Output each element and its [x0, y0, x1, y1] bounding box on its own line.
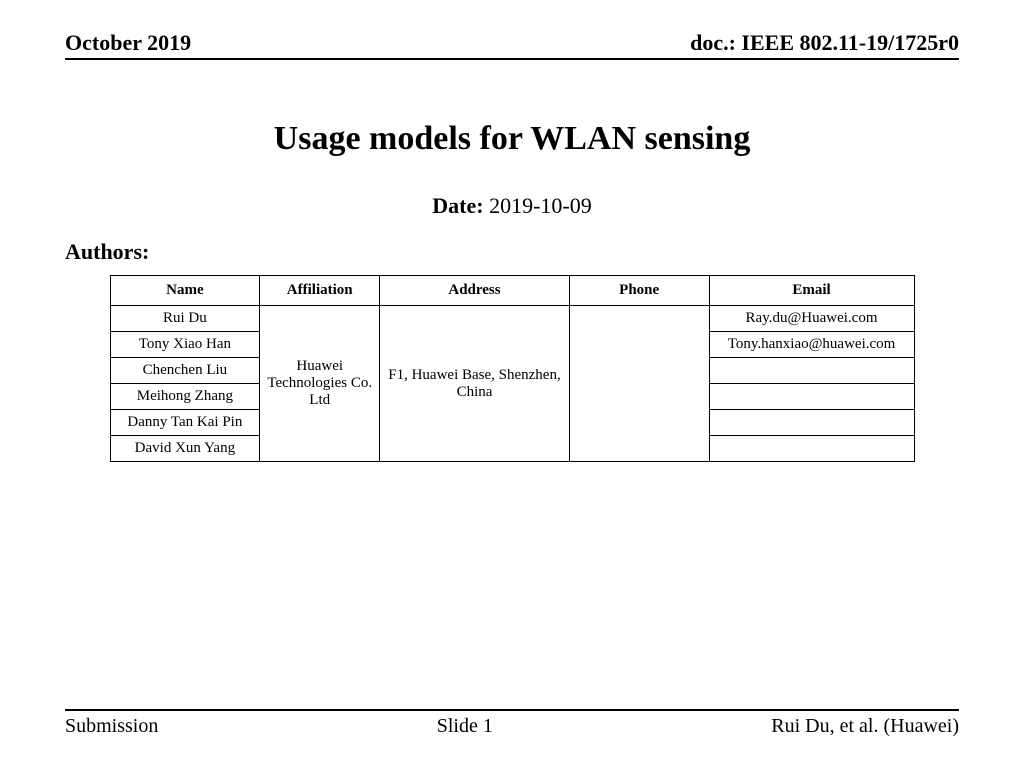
cell-email	[709, 436, 914, 462]
header-doc-id: doc.: IEEE 802.11-19/1725r0	[690, 30, 959, 56]
header-date: October 2019	[65, 30, 191, 56]
th-address: Address	[380, 276, 570, 306]
cell-name: Tony Xiao Han	[110, 332, 260, 358]
footer-center: Slide 1	[437, 715, 493, 738]
cell-name: Rui Du	[110, 306, 260, 332]
cell-email: Tony.hanxiao@huawei.com	[709, 332, 914, 358]
page-header: October 2019 doc.: IEEE 802.11-19/1725r0	[65, 30, 959, 60]
date-line: Date: 2019-10-09	[65, 193, 959, 219]
cell-name: David Xun Yang	[110, 436, 260, 462]
date-value: 2019-10-09	[489, 193, 592, 218]
page-footer: Submission Slide 1 Rui Du, et al. (Huawe…	[65, 709, 959, 738]
authors-table: Name Affiliation Address Phone Email Rui…	[110, 275, 915, 462]
th-email: Email	[709, 276, 914, 306]
th-affiliation: Affiliation	[260, 276, 380, 306]
cell-name: Chenchen Liu	[110, 358, 260, 384]
cell-affiliation: Huawei Technologies Co. Ltd	[260, 306, 380, 462]
cell-email	[709, 410, 914, 436]
cell-email: Ray.du@Huawei.com	[709, 306, 914, 332]
cell-name: Meihong Zhang	[110, 384, 260, 410]
cell-address: F1, Huawei Base, Shenzhen, China	[380, 306, 570, 462]
th-phone: Phone	[569, 276, 709, 306]
th-name: Name	[110, 276, 260, 306]
table-header-row: Name Affiliation Address Phone Email	[110, 276, 914, 306]
cell-email	[709, 358, 914, 384]
cell-phone	[569, 306, 709, 462]
date-label: Date:	[432, 193, 483, 218]
page-title: Usage models for WLAN sensing	[65, 120, 959, 158]
cell-email	[709, 384, 914, 410]
authors-label: Authors:	[65, 239, 959, 265]
footer-left: Submission	[65, 715, 158, 738]
cell-name: Danny Tan Kai Pin	[110, 410, 260, 436]
table-row: Rui Du Huawei Technologies Co. Ltd F1, H…	[110, 306, 914, 332]
footer-right: Rui Du, et al. (Huawei)	[771, 715, 959, 738]
